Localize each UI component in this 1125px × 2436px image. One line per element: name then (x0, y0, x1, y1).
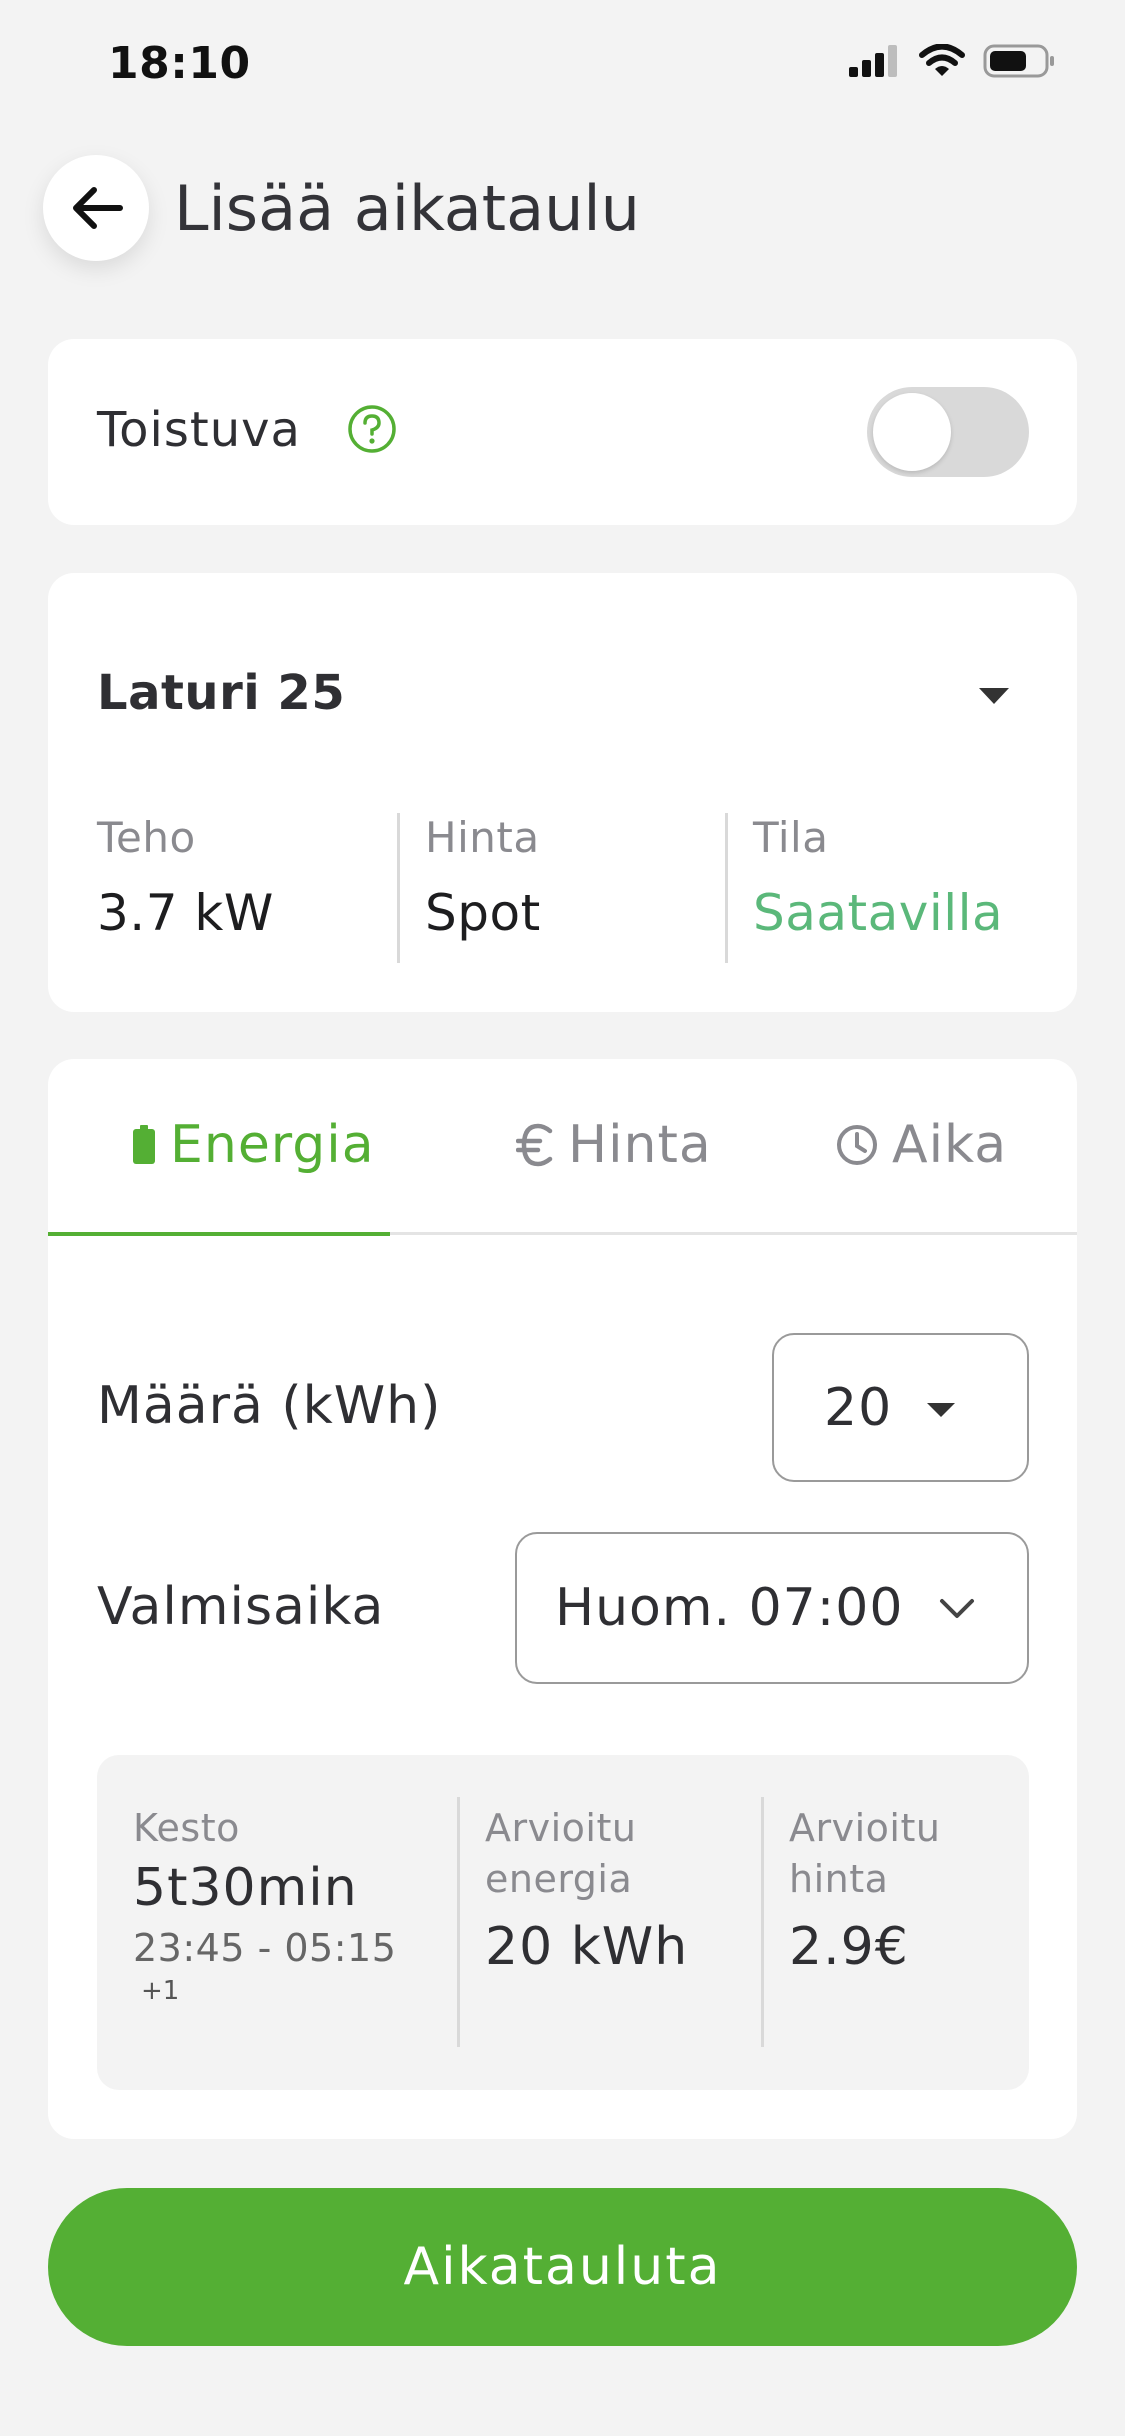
active-tab-indicator (48, 1232, 390, 1236)
duration-summary: Kesto 5t30min 23:45 - 05:15 +1 (133, 1803, 396, 2006)
duration-range: 23:45 - 05:15 (133, 1926, 397, 1970)
tab-bar: Energia Hinta Aika (48, 1059, 1077, 1236)
page: 18:10 Lisää aikataulu Toistuva Laturi 25… (0, 0, 1125, 2436)
recurring-toggle[interactable] (867, 387, 1029, 477)
estimated-price-value: 2.9€ (789, 1917, 909, 1977)
power-stat: Teho 3.7 kW (97, 813, 274, 963)
duration-value: 5t30min (133, 1858, 358, 1918)
duration-label: Kesto (133, 1806, 240, 1850)
summary-divider (457, 1797, 460, 2047)
energy-summary: Arvioitu energia 20 kWh (485, 1803, 688, 1977)
caret-down-icon[interactable] (977, 686, 1011, 706)
stat-divider (725, 813, 728, 963)
tab-energy-label: Energia (170, 1115, 375, 1175)
ready-time-label: Valmisaika (97, 1577, 385, 1637)
status-icons (849, 44, 1055, 78)
wifi-icon (919, 44, 965, 76)
summary-divider (761, 1797, 764, 2047)
cellular-signal-icon (849, 45, 897, 77)
price-value: Spot (425, 884, 541, 942)
schedule-button[interactable]: Aikatauluta (48, 2188, 1077, 2346)
stat-divider (397, 813, 400, 963)
ready-time-value: Huom. 07:00 (555, 1578, 904, 1638)
charger-name[interactable]: Laturi 25 (97, 665, 345, 721)
recurring-card: Toistuva (48, 339, 1077, 525)
tab-price-label: Hinta (568, 1115, 712, 1175)
back-button[interactable] (43, 155, 149, 261)
euro-icon (516, 1123, 553, 1167)
price-label: Hinta (425, 813, 540, 862)
energy-label-line2: energia (485, 1857, 633, 1901)
amount-select[interactable]: 20 (772, 1333, 1029, 1482)
estimate-summary: Kesto 5t30min 23:45 - 05:15 +1 Arvioitu … (97, 1755, 1029, 2090)
caret-down-icon (927, 1403, 955, 1417)
tab-price[interactable]: Hinta (516, 1115, 712, 1175)
status-value: Saatavilla (753, 884, 1004, 942)
duration-day-offset: +1 (141, 1976, 180, 2006)
arrow-left-icon (73, 187, 123, 229)
tab-energy[interactable]: Energia (132, 1115, 375, 1175)
price-label-line1: Arvioitu (789, 1806, 941, 1850)
price-stat: Hinta Spot (425, 813, 541, 963)
price-summary: Arvioitu hinta 2.9€ (789, 1803, 940, 1977)
power-label: Teho (97, 813, 196, 862)
ready-time-select[interactable]: Huom. 07:00 (515, 1532, 1029, 1684)
tab-time-label: Aika (892, 1115, 1008, 1175)
battery-status-icon (983, 44, 1054, 78)
status-stat: Tila Saatavilla (753, 813, 1003, 963)
help-icon[interactable] (346, 403, 398, 455)
status-time: 18:10 (108, 38, 251, 89)
chevron-down-icon (940, 1599, 974, 1618)
toggle-knob (873, 393, 951, 471)
status-label: Tila (753, 813, 829, 862)
clock-icon (837, 1125, 877, 1165)
tab-time[interactable]: Aika (836, 1115, 1007, 1175)
price-label-line2: hinta (789, 1857, 889, 1901)
charger-card: Laturi 25 Teho 3.7 kW Hinta Spot Tila Sa… (48, 573, 1077, 1012)
energy-label-line1: Arvioitu (485, 1806, 637, 1850)
schedule-card: Energia Hinta Aika Määrä (kWh) 20 Valmis… (48, 1059, 1077, 2139)
energy-value: 20 kWh (485, 1917, 689, 1977)
battery-icon (133, 1125, 155, 1164)
page-title: Lisää aikataulu (174, 172, 640, 245)
recurring-label: Toistuva (97, 402, 301, 458)
status-bar: 18:10 (0, 0, 1125, 130)
power-value: 3.7 kW (97, 884, 274, 942)
amount-value: 20 (824, 1377, 893, 1438)
amount-label: Määrä (kWh) (97, 1376, 442, 1436)
